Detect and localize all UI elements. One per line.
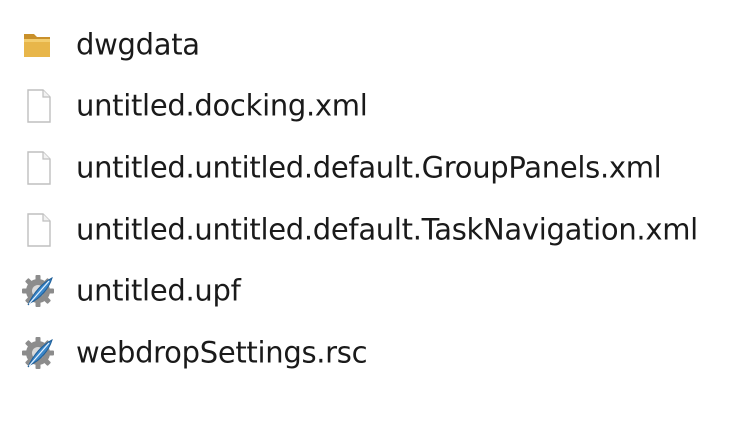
file-name: dwgdata <box>76 27 200 62</box>
file-row-webdropsettings-rsc[interactable]: webdropSettings.rsc <box>0 322 744 384</box>
file-name: untitled.untitled.default.TaskNavigation… <box>76 211 698 246</box>
file-row-untitled-docking-xml[interactable]: untitled.docking.xml <box>0 76 744 138</box>
file-name: untitled.docking.xml <box>76 88 368 123</box>
file-name: untitled.upf <box>76 273 241 308</box>
file-name: untitled.untitled.default.GroupPanels.xm… <box>76 150 662 185</box>
gear-feather-icon <box>18 333 58 373</box>
file-row-tasknavigation-xml[interactable]: untitled.untitled.default.TaskNavigation… <box>0 199 744 261</box>
gear-feather-icon <box>18 271 58 311</box>
file-row-untitled-upf[interactable]: untitled.upf <box>0 260 744 322</box>
file-name: webdropSettings.rsc <box>76 335 368 370</box>
file-row-grouppanels-xml[interactable]: untitled.untitled.default.GroupPanels.xm… <box>0 137 744 199</box>
document-icon <box>18 148 58 188</box>
document-icon <box>18 86 58 126</box>
document-icon <box>18 210 58 250</box>
file-list: dwgdata untitled.docking.xml untitled.un… <box>0 14 744 384</box>
folder-icon <box>18 25 58 65</box>
file-row-dwgdata[interactable]: dwgdata <box>0 14 744 76</box>
